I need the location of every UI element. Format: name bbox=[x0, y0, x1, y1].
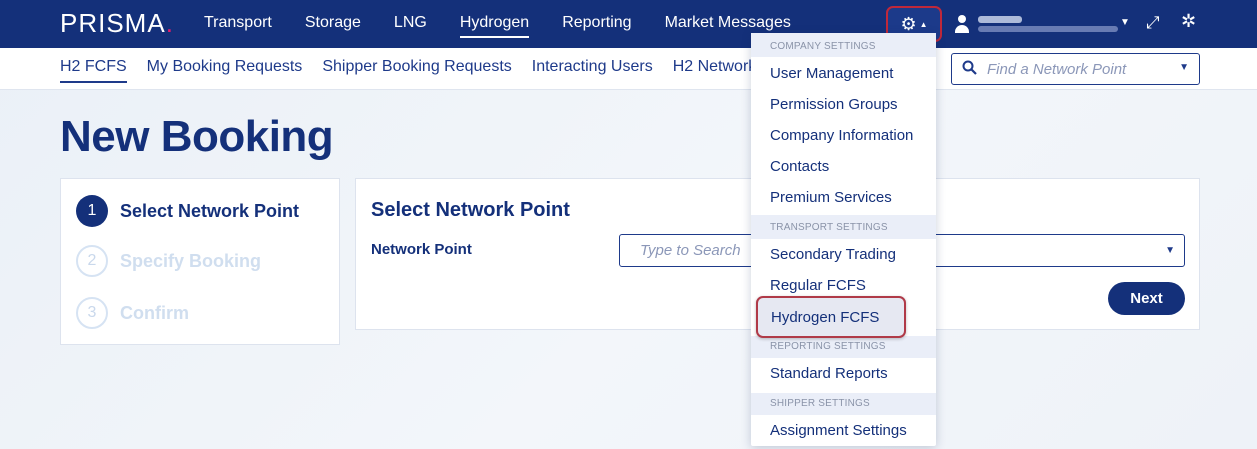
step-label: Confirm bbox=[120, 302, 189, 323]
section-transport-settings: TRANSPORT SETTINGS bbox=[770, 222, 888, 233]
network-point-search[interactable]: Find a Network Point ▼ bbox=[951, 53, 1200, 85]
menu-item-user-management[interactable]: User Management bbox=[770, 65, 893, 82]
booking-steps: 1 Select Network Point 2 Specify Booking… bbox=[60, 178, 340, 345]
nav-transport[interactable]: Transport bbox=[204, 14, 272, 34]
nav-lng[interactable]: LNG bbox=[394, 14, 427, 34]
nav-hydrogen[interactable]: Hydrogen bbox=[459, 14, 530, 38]
search-icon bbox=[962, 60, 977, 79]
section-reporting-settings: REPORTING SETTINGS bbox=[770, 341, 886, 352]
subnav-shipper-booking-requests[interactable]: Shipper Booking Requests bbox=[322, 58, 511, 76]
main-nav: Transport Storage LNG Hydrogen Reporting… bbox=[204, 0, 824, 48]
section-company-settings: COMPANY SETTINGS bbox=[770, 41, 876, 52]
user-icon bbox=[954, 15, 970, 33]
step-confirm: 3 Confirm bbox=[76, 297, 189, 329]
prisma-logo[interactable]: PRISMA. bbox=[60, 8, 174, 39]
step-label: Specify Booking bbox=[120, 250, 262, 271]
user-company-blur bbox=[978, 26, 1118, 32]
step-number: 2 bbox=[76, 245, 108, 277]
network-point-label: Network Point bbox=[371, 241, 472, 258]
nav-storage[interactable]: Storage bbox=[305, 14, 361, 34]
menu-item-hydrogen-fcfs-label: Hydrogen FCFS bbox=[771, 309, 880, 326]
menu-item-hydrogen-fcfs[interactable]: Hydrogen FCFS bbox=[756, 296, 906, 338]
top-navigation-bar: PRISMA. Transport Storage LNG Hydrogen R… bbox=[0, 0, 1257, 48]
form-title: Select Network Point bbox=[371, 199, 570, 221]
step-specify-booking: 2 Specify Booking bbox=[76, 245, 261, 277]
chevron-down-icon: ▼ bbox=[1165, 245, 1175, 256]
menu-item-standard-reports[interactable]: Standard Reports bbox=[770, 365, 888, 382]
menu-item-premium-services[interactable]: Premium Services bbox=[770, 189, 892, 206]
step-select-network-point[interactable]: 1 Select Network Point bbox=[76, 195, 299, 227]
user-name-blur bbox=[978, 16, 1022, 23]
subnav-h2-network[interactable]: H2 Network bbox=[673, 58, 757, 76]
user-name-blurred bbox=[978, 16, 1118, 32]
menu-item-assignment-settings[interactable]: Assignment Settings bbox=[770, 422, 907, 439]
nav-market-messages[interactable]: Market Messages bbox=[665, 14, 791, 34]
next-button[interactable]: Next bbox=[1108, 282, 1185, 315]
bug-icon[interactable]: ✲ bbox=[1181, 11, 1196, 32]
step-label: Select Network Point bbox=[120, 200, 300, 221]
step-number: 3 bbox=[76, 297, 108, 329]
menu-item-secondary-trading[interactable]: Secondary Trading bbox=[770, 246, 896, 263]
subnav-interacting-users[interactable]: Interacting Users bbox=[532, 58, 653, 76]
step-number: 1 bbox=[76, 195, 108, 227]
settings-dropdown-menu: COMPANY SETTINGS User Management Permiss… bbox=[751, 33, 936, 446]
gear-icon: ⚙ bbox=[900, 14, 917, 34]
menu-item-company-information[interactable]: Company Information bbox=[770, 127, 913, 144]
subnav-h2-fcfs[interactable]: H2 FCFS bbox=[60, 58, 127, 83]
user-menu[interactable] bbox=[954, 10, 1118, 38]
menu-item-contacts[interactable]: Contacts bbox=[770, 158, 829, 175]
caret-up-icon: ▲ bbox=[919, 19, 928, 29]
nav-reporting[interactable]: Reporting bbox=[562, 14, 631, 34]
sub-navigation: H2 FCFS My Booking Requests Shipper Book… bbox=[0, 48, 1257, 90]
logo-text: PRISMA bbox=[60, 8, 166, 38]
network-point-placeholder: Type to Search bbox=[640, 242, 741, 259]
chevron-down-icon[interactable]: ▼ bbox=[1120, 17, 1130, 28]
sub-nav-items: H2 FCFS My Booking Requests Shipper Book… bbox=[60, 58, 776, 83]
menu-item-permission-groups[interactable]: Permission Groups bbox=[770, 96, 898, 113]
logo-dot: . bbox=[165, 8, 174, 38]
section-shipper-settings: SHIPPER SETTINGS bbox=[770, 398, 870, 409]
page-title: New Booking bbox=[60, 112, 334, 161]
menu-item-regular-fcfs[interactable]: Regular FCFS bbox=[770, 277, 866, 294]
expand-icon[interactable]: ⤢ bbox=[1146, 13, 1160, 33]
search-placeholder: Find a Network Point bbox=[987, 60, 1127, 78]
chevron-down-icon: ▼ bbox=[1179, 62, 1189, 73]
subnav-my-booking-requests[interactable]: My Booking Requests bbox=[147, 58, 303, 76]
